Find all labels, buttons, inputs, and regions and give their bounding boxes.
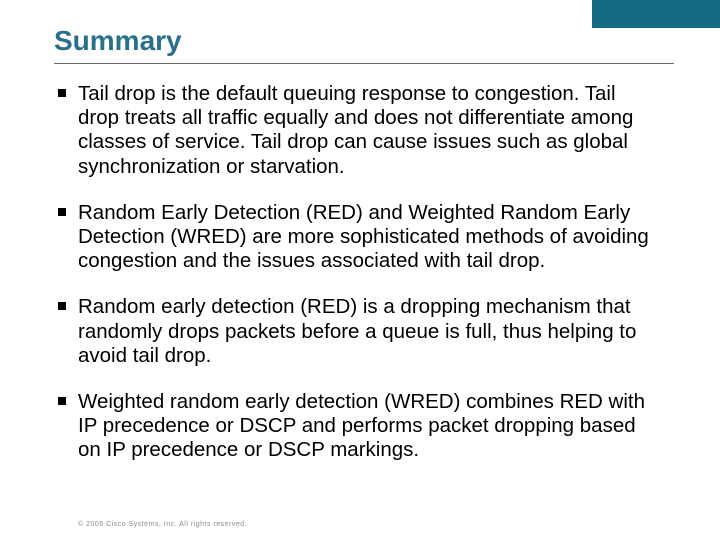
list-item: Random early detection (RED) is a droppi… bbox=[54, 295, 649, 368]
slide-title: Summary bbox=[54, 25, 680, 57]
list-item: Random Early Detection (RED) and Weighte… bbox=[54, 201, 649, 274]
copyright-footer: © 2006 Cisco Systems, Inc. All rights re… bbox=[78, 521, 247, 528]
list-item: Tail drop is the default queuing respons… bbox=[54, 82, 649, 179]
bullet-list: Tail drop is the default queuing respons… bbox=[54, 82, 649, 462]
brand-accent-bar bbox=[592, 0, 720, 28]
title-underline bbox=[54, 63, 674, 64]
list-item: Weighted random early detection (WRED) c… bbox=[54, 390, 649, 463]
slide-content: Summary Tail drop is the default queuing… bbox=[54, 25, 680, 484]
